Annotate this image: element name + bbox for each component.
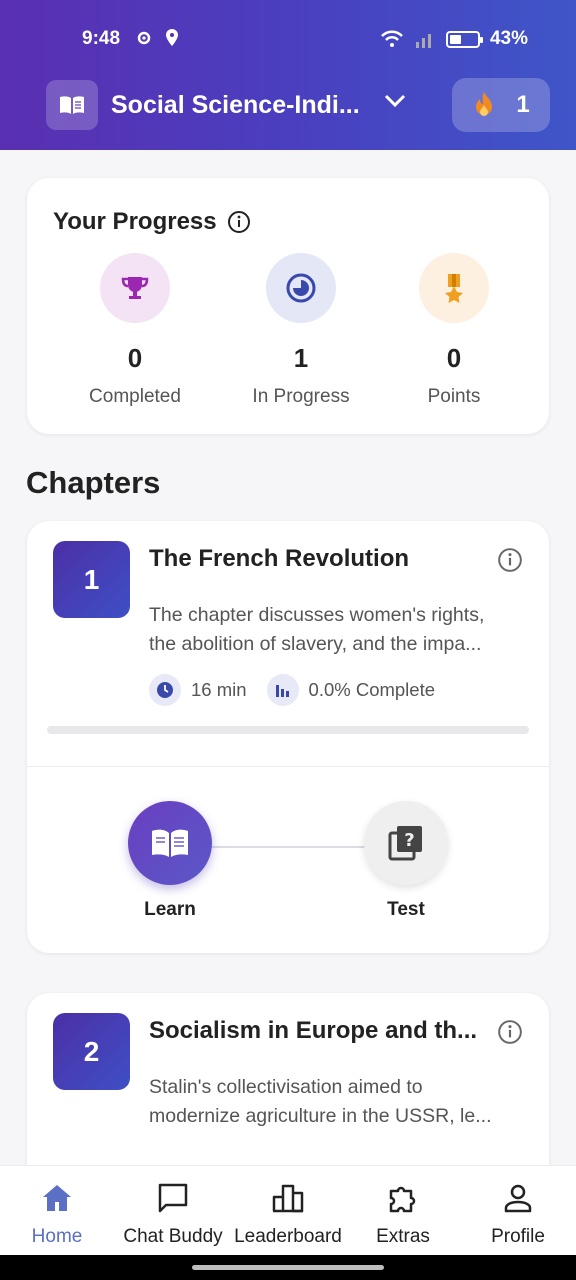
subject-title: Social Science-Indi... bbox=[111, 90, 360, 119]
clock-icon bbox=[149, 674, 181, 706]
status-bar: 9:48 43% bbox=[0, 26, 576, 54]
nav-label: Profile bbox=[491, 1226, 545, 1247]
progress-title: Your Progress bbox=[53, 208, 217, 235]
nav-profile[interactable]: Profile bbox=[458, 1180, 576, 1248]
home-gesture-handle[interactable] bbox=[192, 1265, 384, 1270]
streak-count: 1 bbox=[516, 91, 530, 118]
subject-selector[interactable]: Social Science-Indi... bbox=[46, 80, 360, 130]
trophy-icon bbox=[100, 253, 170, 323]
description-line: the abolition of slavery, and the impa..… bbox=[149, 633, 482, 655]
stat-label: In Progress bbox=[252, 386, 350, 407]
home-icon bbox=[43, 1185, 71, 1211]
quiz-icon[interactable]: ? bbox=[364, 801, 448, 885]
chapter-number: 2 bbox=[53, 1013, 130, 1090]
svg-text:?: ? bbox=[404, 830, 414, 851]
streak-badge[interactable]: 1 bbox=[452, 78, 550, 132]
nav-label: Chat Buddy bbox=[123, 1226, 223, 1247]
bottom-nav: Home Chat Buddy Leaderboard Extras Profi… bbox=[0, 1165, 576, 1255]
description-line: Stalin's collectivisation aimed to bbox=[149, 1076, 423, 1098]
flame-icon bbox=[476, 92, 493, 116]
system-nav-bar bbox=[0, 1255, 576, 1280]
settings-icon bbox=[137, 31, 151, 45]
test-step[interactable]: ? Test bbox=[346, 801, 466, 921]
chapter-complete: 0.0% Complete bbox=[308, 679, 436, 700]
stat-label: Completed bbox=[89, 386, 181, 407]
progress-card: Your Progress 0 Completed 1 In Progress … bbox=[27, 178, 549, 434]
nav-extras[interactable]: Extras bbox=[343, 1180, 463, 1248]
book-icon bbox=[46, 80, 98, 130]
stat-label: Points bbox=[427, 386, 481, 407]
test-label: Test bbox=[387, 899, 425, 920]
chat-icon bbox=[158, 1183, 188, 1213]
stat-points: 0 Points bbox=[374, 253, 534, 408]
bar-chart-icon bbox=[266, 674, 299, 706]
chapter-title: Socialism in Europe and th... bbox=[149, 1017, 478, 1044]
steps-connector bbox=[210, 846, 365, 848]
info-icon[interactable] bbox=[497, 1019, 523, 1045]
nav-home[interactable]: Home bbox=[0, 1180, 117, 1248]
app-header: 9:48 43% Social Science-Indi... 1 bbox=[0, 0, 576, 150]
wifi-icon bbox=[381, 30, 403, 47]
stat-value: 1 bbox=[293, 343, 309, 373]
chapter-description: Stalin's collectivisation aimed to moder… bbox=[149, 1073, 527, 1131]
nav-label: Home bbox=[31, 1226, 83, 1247]
chapter-title: The French Revolution bbox=[149, 545, 410, 572]
learn-step[interactable]: Learn bbox=[110, 801, 230, 921]
signal-icon bbox=[415, 34, 431, 48]
description-line: modernize agriculture in the USSR, le... bbox=[149, 1105, 492, 1127]
chapter-meta: 16 min 0.0% Complete bbox=[149, 674, 435, 706]
medal-icon bbox=[419, 253, 489, 323]
person-icon bbox=[504, 1184, 532, 1213]
stat-completed: 0 Completed bbox=[55, 253, 215, 408]
chapter-number: 1 bbox=[53, 541, 130, 618]
status-time: 9:48 bbox=[82, 28, 121, 49]
puzzle-icon bbox=[389, 1186, 416, 1213]
chapter-description: The chapter discusses women's rights, th… bbox=[149, 601, 527, 659]
pie-icon bbox=[266, 253, 336, 323]
stat-in-progress: 1 In Progress bbox=[221, 253, 381, 408]
info-icon[interactable] bbox=[497, 547, 523, 573]
nav-label: Leaderboard bbox=[234, 1226, 342, 1247]
chapter-card[interactable]: 2 Socialism in Europe and th... Stalin's… bbox=[27, 993, 549, 1193]
stat-value: 0 bbox=[127, 343, 143, 373]
open-book-icon[interactable] bbox=[128, 801, 212, 885]
nav-chat-buddy[interactable]: Chat Buddy bbox=[113, 1180, 233, 1248]
description-line: The chapter discusses women's rights, bbox=[149, 604, 485, 626]
nav-leaderboard[interactable]: Leaderboard bbox=[228, 1180, 348, 1248]
chapter-duration: 16 min bbox=[191, 679, 247, 700]
stat-value: 0 bbox=[446, 343, 462, 373]
nav-label: Extras bbox=[376, 1226, 430, 1247]
battery-icon bbox=[445, 30, 483, 48]
info-icon[interactable] bbox=[227, 210, 251, 234]
divider bbox=[27, 766, 549, 767]
chapter-progress-bar bbox=[47, 726, 529, 734]
location-icon bbox=[166, 29, 178, 46]
chevron-down-icon[interactable] bbox=[384, 94, 406, 108]
battery-percent: 43% bbox=[489, 28, 528, 49]
chapters-heading: Chapters bbox=[26, 465, 161, 500]
learn-label: Learn bbox=[144, 899, 196, 920]
leaderboard-icon bbox=[272, 1184, 304, 1213]
chapter-card[interactable]: 1 The French Revolution The chapter disc… bbox=[27, 521, 549, 953]
